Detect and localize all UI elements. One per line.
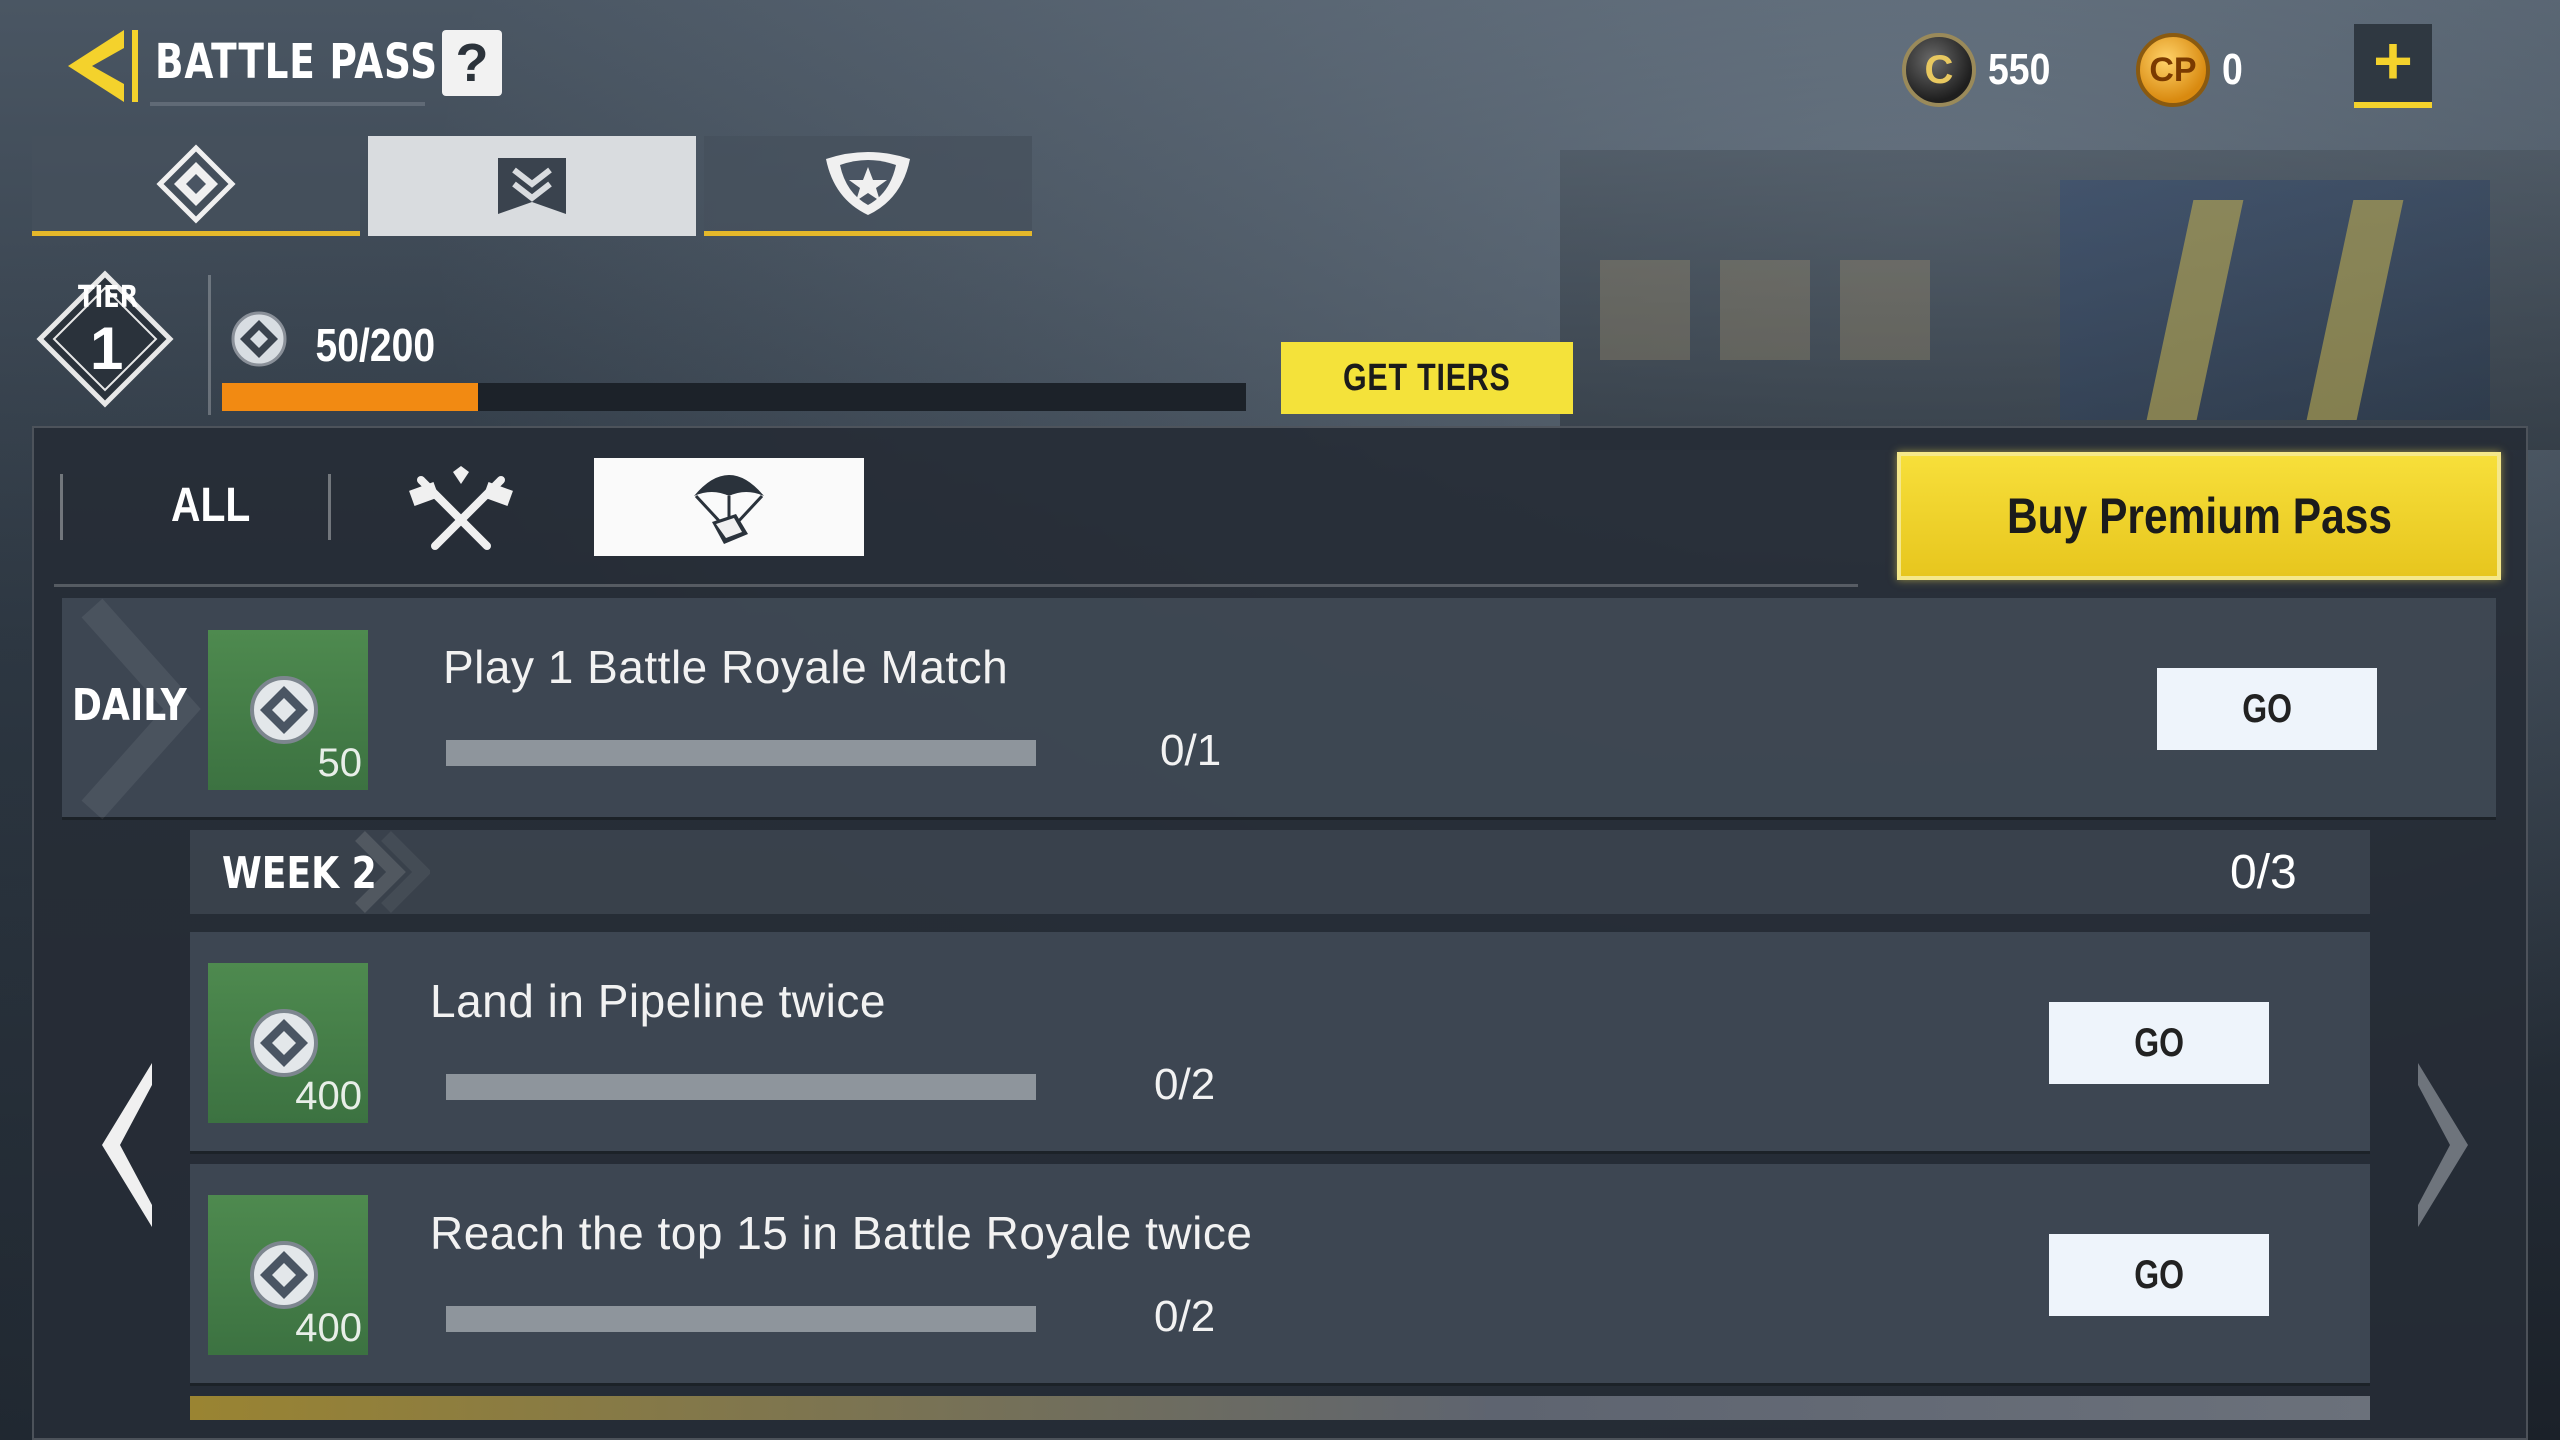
go-label: GO <box>2134 1252 2184 1297</box>
page-title: BATTLE PASS <box>155 34 438 90</box>
filter-battle-royale[interactable] <box>594 458 864 556</box>
previous-week-button[interactable] <box>90 1055 170 1235</box>
tab-rewards[interactable] <box>704 136 1032 236</box>
week-mission-text: Reach the top 15 in Battle Royale twice <box>430 1207 1253 1259</box>
week-mission-row <box>190 932 2370 1154</box>
daily-reward: 50 <box>208 630 368 790</box>
next-row-peek <box>190 1396 2370 1420</box>
battle-pass-banner-icon <box>498 158 566 214</box>
add-currency-button[interactable]: + <box>2354 24 2432 108</box>
buy-premium-pass-label: Buy Premium Pass <box>2006 488 2392 544</box>
go-label: GO <box>2242 686 2292 731</box>
chevron-right-icon <box>2418 1063 2468 1227</box>
cp-display: CP 0 <box>2136 30 2246 110</box>
week-mission-progress-bar <box>446 1074 1036 1100</box>
week-mission-go-button[interactable]: GO <box>2049 1002 2269 1084</box>
filter-multiplayer[interactable] <box>405 466 517 556</box>
cod-points-value: 550 <box>1988 45 2051 94</box>
filter-all[interactable]: ALL <box>171 478 250 533</box>
back-button[interactable] <box>62 26 148 106</box>
next-week-button[interactable] <box>2400 1055 2480 1235</box>
help-button[interactable]: ? <box>442 30 502 96</box>
week-mission-text: Land in Pipeline twice <box>430 975 886 1027</box>
week-mission-reward: 400 <box>208 963 368 1123</box>
background-window <box>1840 260 1930 360</box>
xp-progress-fill <box>222 383 478 411</box>
week-mission-row <box>190 1164 2370 1386</box>
go-label: GO <box>2134 1020 2184 1065</box>
cp-icon: CP <box>2136 33 2210 107</box>
week-header <box>190 830 2370 914</box>
chevron-left-icon <box>102 1063 152 1227</box>
xp-icon <box>250 1241 318 1309</box>
week-mission-reward-value: 400 <box>295 1306 362 1350</box>
background-flag <box>2060 180 2490 420</box>
tab-battle-pass[interactable] <box>368 136 696 236</box>
xp-progress-text: 50/200 <box>315 319 436 371</box>
back-arrow-icon <box>68 30 138 102</box>
week-label: WEEK 2 <box>222 848 377 899</box>
filter-bar-underline <box>54 584 1858 587</box>
week-mission-progress: 0/2 <box>1154 1060 1216 1109</box>
diamond-emblem-icon <box>156 143 236 224</box>
week-mission-reward-value: 400 <box>295 1074 362 1118</box>
xp-icon <box>250 676 318 744</box>
crossed-guns-icon <box>409 466 513 550</box>
daily-mission-text: Play 1 Battle Royale Match <box>443 641 1009 693</box>
daily-mission-progress: 0/1 <box>1160 726 1222 775</box>
daily-label: DAILY <box>72 680 187 731</box>
get-tiers-button[interactable]: GET TIERS <box>1281 342 1573 414</box>
cod-points-display: C 550 <box>1902 30 2061 110</box>
week-mission-go-button[interactable]: GO <box>2049 1234 2269 1316</box>
xp-icon <box>250 1009 318 1077</box>
buy-premium-pass-button[interactable]: Buy Premium Pass <box>1897 452 2501 580</box>
cp-value: 0 <box>2222 45 2243 94</box>
daily-mission-progress-bar <box>446 740 1036 766</box>
tab-overview[interactable] <box>32 136 360 236</box>
parachute-crate-icon <box>694 475 764 544</box>
filter-divider <box>328 474 331 540</box>
daily-go-button[interactable]: GO <box>2157 668 2377 750</box>
background-window <box>1600 260 1690 360</box>
tier-label: TIER <box>78 280 139 315</box>
daily-reward-value: 50 <box>317 741 363 785</box>
cod-points-icon: C <box>1902 33 1976 107</box>
get-tiers-label: GET TIERS <box>1343 356 1511 399</box>
week-progress: 0/3 <box>2230 846 2297 899</box>
tier-separator <box>208 275 211 415</box>
star-shield-icon <box>826 151 910 215</box>
xp-icon <box>230 310 288 368</box>
week-mission-progress: 0/2 <box>1154 1292 1216 1341</box>
filter-divider <box>60 474 63 540</box>
background-window <box>1720 260 1810 360</box>
tier-level: 1 <box>90 315 124 382</box>
week-mission-reward: 400 <box>208 1195 368 1355</box>
week-mission-progress-bar <box>446 1306 1036 1332</box>
tier-badge: TIER 1 <box>36 270 174 408</box>
title-underline <box>150 102 425 106</box>
daily-mission-row <box>62 598 2496 820</box>
